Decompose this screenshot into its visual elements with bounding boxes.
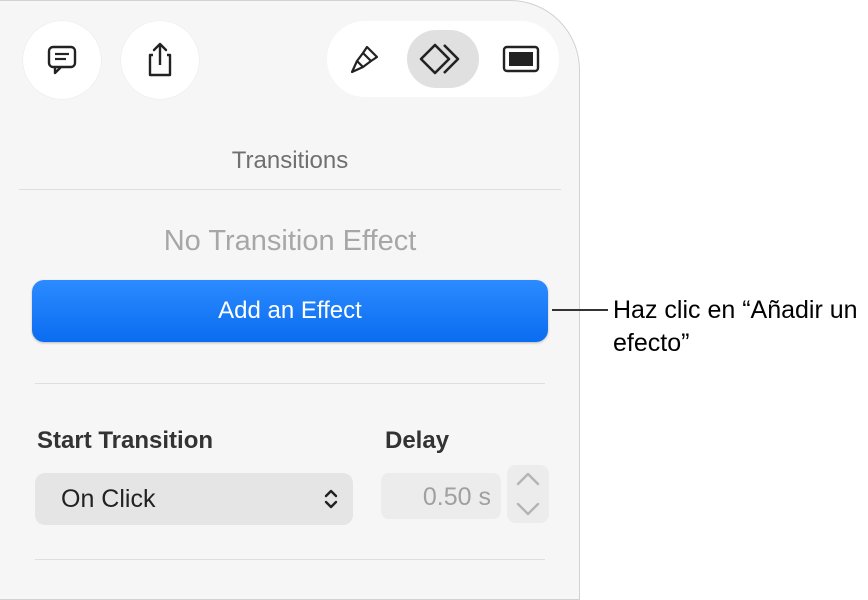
delay-stepper[interactable] — [507, 465, 549, 523]
start-transition-label: Start Transition — [37, 427, 214, 454]
delay-label: Delay — [385, 427, 450, 454]
inspector-tab-group — [327, 21, 559, 97]
section-title: Transitions — [231, 147, 349, 174]
comment-button[interactable] — [23, 21, 101, 99]
animate-diamonds-icon — [419, 43, 460, 75]
tab-format[interactable] — [329, 30, 401, 88]
chevron-down-icon[interactable] — [507, 494, 549, 523]
callout-text: Haz clic en “Añadir un efecto” — [613, 296, 858, 357]
empty-state-label: No Transition Effect — [163, 225, 417, 257]
header-divider — [19, 189, 561, 190]
start-transition-value: On Click — [61, 485, 156, 513]
add-effect-button[interactable]: Add an Effect — [32, 280, 548, 342]
share-icon — [148, 42, 172, 77]
tab-document[interactable] — [485, 30, 557, 88]
delay-value: 0.50 s — [422, 483, 491, 511]
bottom-divider — [35, 559, 545, 560]
updown-chevron-icon — [324, 489, 338, 509]
start-transition-select[interactable]: On Click — [35, 473, 353, 525]
inspector-panel: Transitions No Transition Effect Add an … — [0, 0, 580, 600]
callout-leader-line — [552, 309, 608, 311]
delay-field[interactable]: 0.50 s — [381, 473, 501, 519]
document-icon — [502, 45, 540, 73]
section-divider — [35, 383, 545, 384]
comment-icon — [47, 45, 77, 75]
paintbrush-icon — [350, 45, 379, 74]
tab-animate[interactable] — [407, 30, 479, 88]
chevron-up-icon[interactable] — [507, 465, 549, 494]
share-button[interactable] — [121, 21, 199, 99]
